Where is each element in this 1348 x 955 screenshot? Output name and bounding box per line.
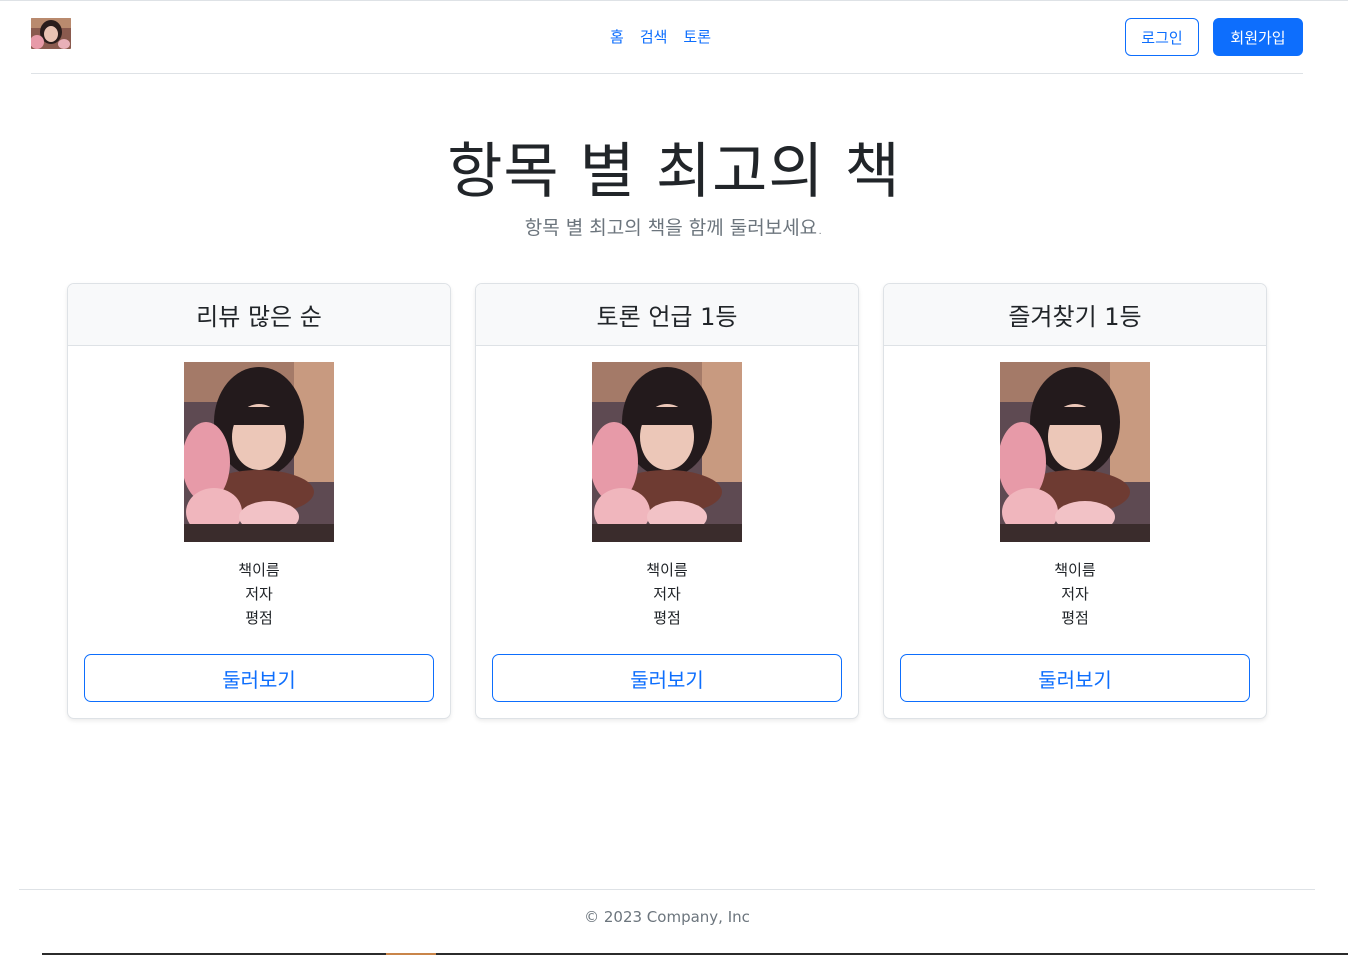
main-nav: 홈 검색 토론	[602, 26, 719, 48]
card-top-discussion: 토론 언급 1등 책이름 저자 평점 둘러보기	[475, 283, 859, 719]
browse-button[interactable]: 둘러보기	[492, 654, 842, 702]
book-author: 저자	[653, 585, 681, 603]
logo-image[interactable]	[31, 18, 71, 49]
book-name: 책이름	[646, 561, 688, 579]
category-cards: 리뷰 많은 순 책이름 저자 평점 둘러보기 토론 언급 1등 책이름 저자 평…	[67, 283, 1267, 719]
book-name: 책이름	[1054, 561, 1096, 579]
book-cover-image[interactable]	[184, 362, 334, 542]
browse-button[interactable]: 둘러보기	[900, 654, 1250, 702]
site-header: 홈 검색 토론 로그인 회원가입	[31, 0, 1303, 74]
book-info: 책이름 저자 평점	[884, 558, 1266, 630]
site-footer: © 2023 Company, Inc	[19, 889, 1315, 955]
book-cover-image[interactable]	[1000, 362, 1150, 542]
copyright-text: © 2023 Company, Inc	[584, 908, 750, 926]
book-cover-image[interactable]	[592, 362, 742, 542]
book-rating: 평점	[245, 609, 273, 627]
page-title: 항목 별 최고의 책	[447, 137, 901, 207]
book-name: 책이름	[238, 561, 280, 579]
book-info: 책이름 저자 평점	[476, 558, 858, 630]
page-subtitle: 항목 별 최고의 책을 함께 둘러보세요.	[524, 217, 824, 239]
card-most-reviews: 리뷰 많은 순 책이름 저자 평점 둘러보기	[67, 283, 451, 719]
book-author: 저자	[245, 585, 273, 603]
book-rating: 평점	[1061, 609, 1089, 627]
card-title: 즐겨찾기 1등	[884, 284, 1266, 346]
card-top-favorites: 즐겨찾기 1등 책이름 저자 평점 둘러보기	[883, 283, 1267, 719]
card-title: 토론 언급 1등	[476, 284, 858, 346]
book-author: 저자	[1061, 585, 1089, 603]
card-title: 리뷰 많은 순	[68, 284, 450, 346]
nav-home[interactable]: 홈	[602, 26, 632, 48]
nav-search[interactable]: 검색	[632, 26, 676, 48]
book-info: 책이름 저자 평점	[68, 558, 450, 630]
signup-button[interactable]: 회원가입	[1213, 18, 1303, 56]
nav-discussion[interactable]: 토론	[675, 26, 719, 48]
login-button[interactable]: 로그인	[1125, 18, 1199, 56]
browse-button[interactable]: 둘러보기	[84, 654, 434, 702]
book-rating: 평점	[653, 609, 681, 627]
